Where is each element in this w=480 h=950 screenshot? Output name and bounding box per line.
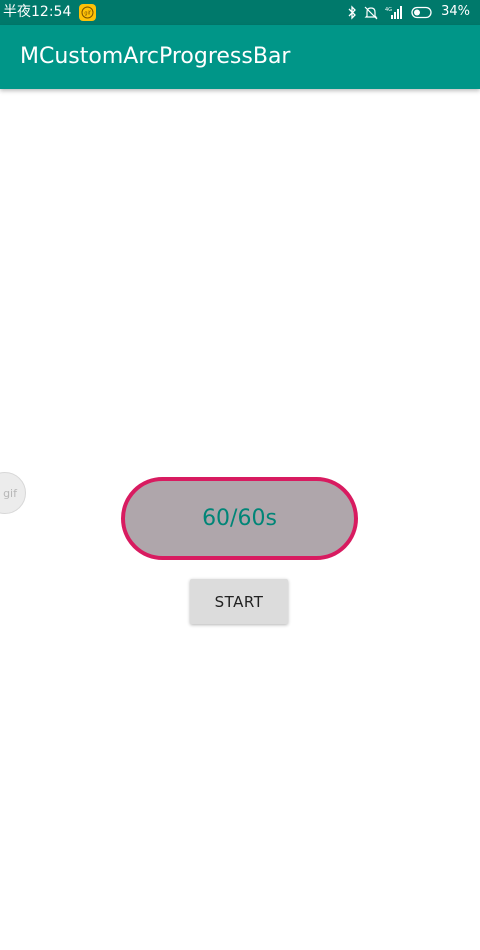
progress-text: 60/60s: [202, 505, 277, 531]
status-time: 半夜12:54: [3, 4, 72, 20]
mute-icon: [363, 5, 379, 20]
signal-icon: 4G: [385, 5, 405, 19]
gif-icon: gif: [79, 3, 97, 21]
status-right: 4G 34%: [347, 3, 470, 21]
start-button[interactable]: START: [190, 579, 288, 624]
bluetooth-icon: [347, 4, 357, 20]
app-title: MCustomArcProgressBar: [20, 44, 291, 69]
svg-text:4G: 4G: [385, 7, 392, 13]
status-bar: 半夜12:54 gif 4G 34%: [0, 0, 480, 25]
arc-progress-bar: 60/60s: [121, 477, 358, 560]
battery-percent: 34%: [441, 4, 470, 19]
app-bar: MCustomArcProgressBar: [0, 25, 480, 89]
floating-gif-label: gif: [3, 486, 17, 500]
status-left: 半夜12:54 gif: [3, 3, 97, 21]
floating-gif-button[interactable]: gif: [0, 472, 26, 514]
battery-icon: [411, 6, 435, 19]
svg-text:gif: gif: [85, 10, 92, 16]
